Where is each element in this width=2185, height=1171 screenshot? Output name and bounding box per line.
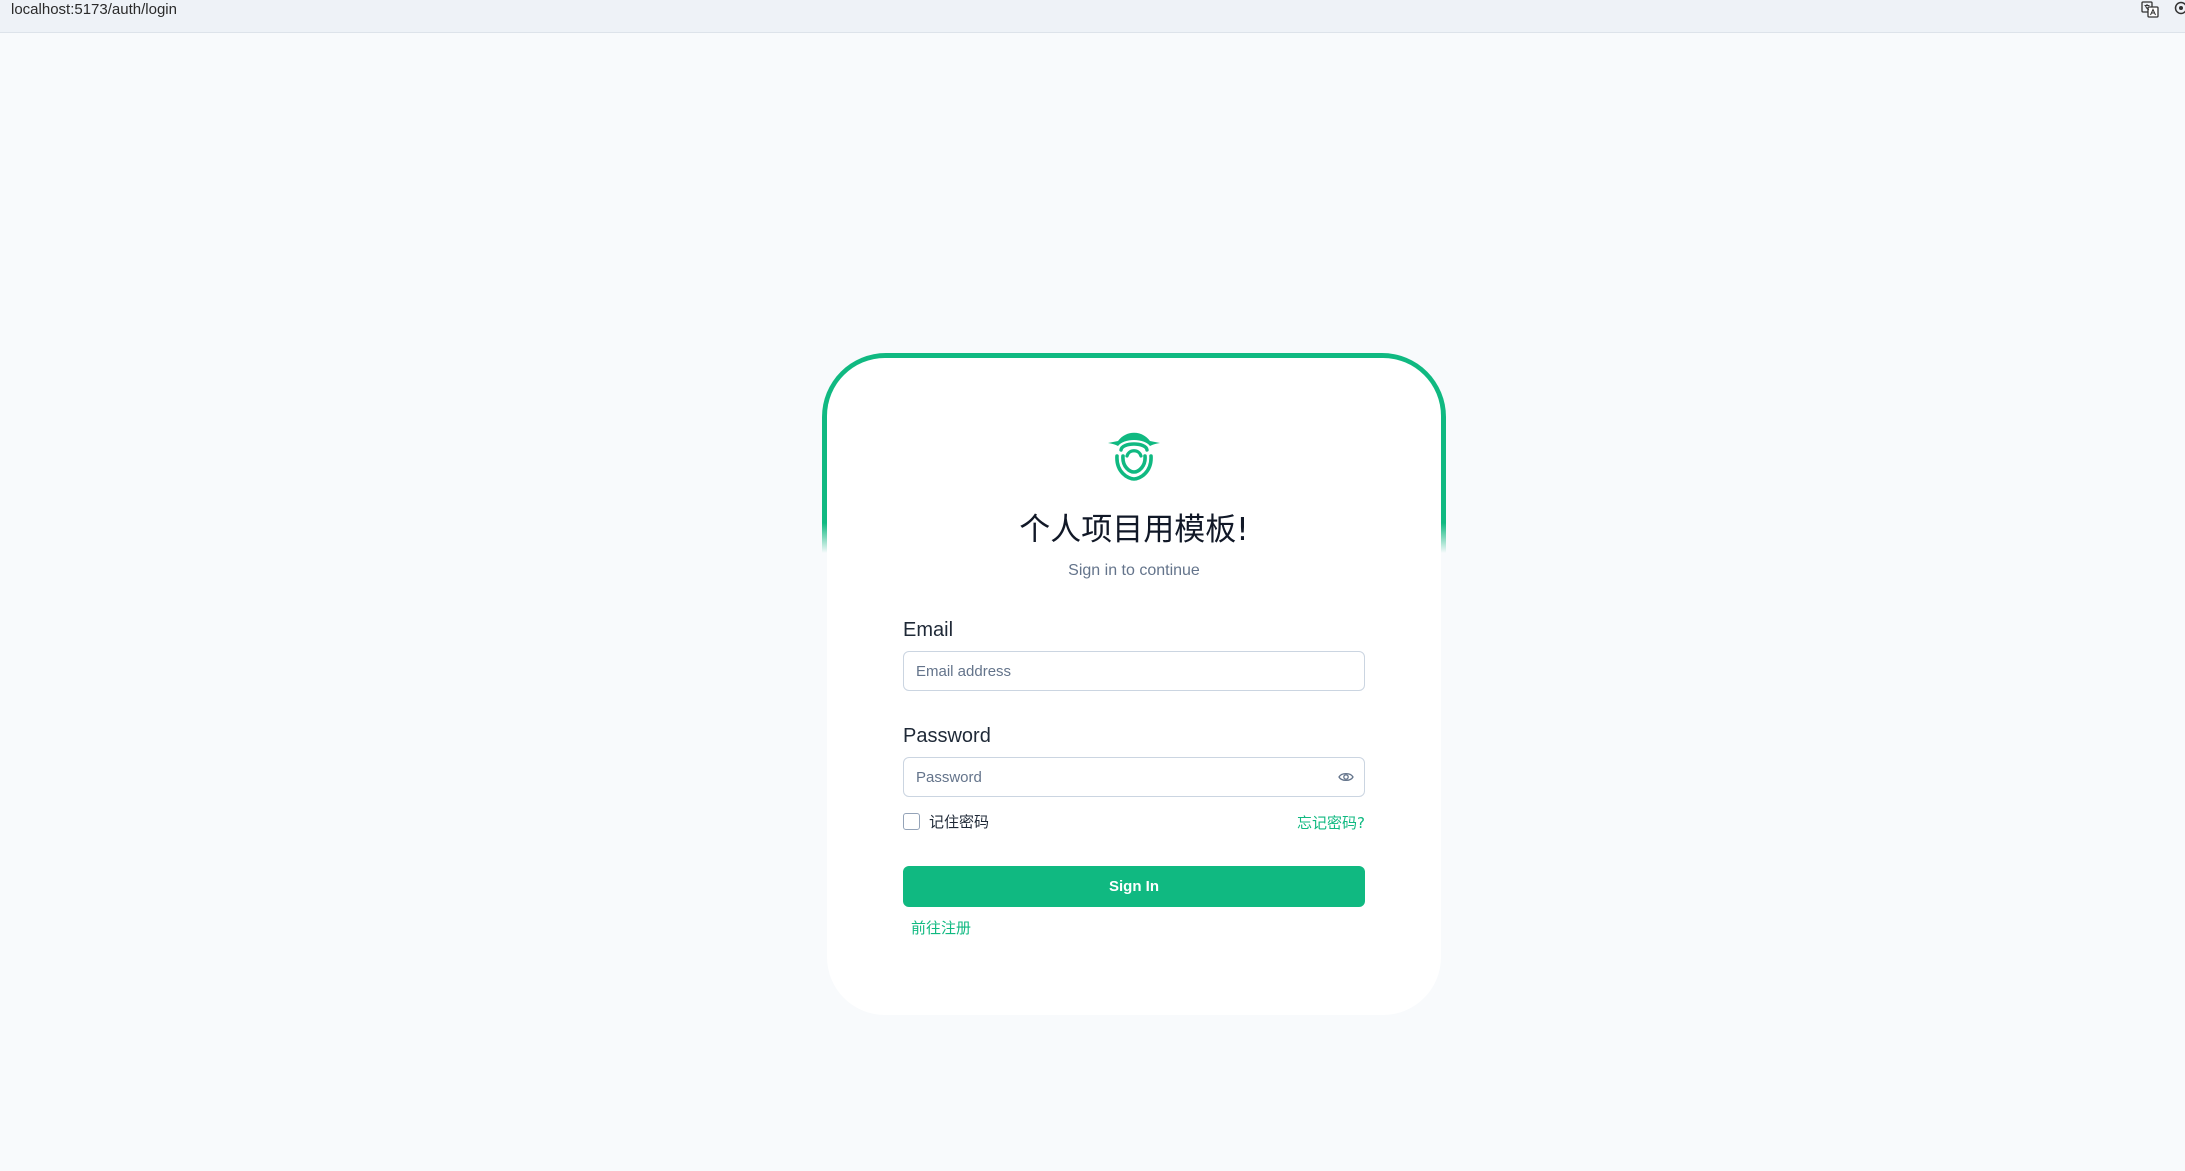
- login-card-border: 个人项目用模板! Sign in to continue Email Passw…: [822, 353, 1446, 1015]
- page-subtitle: Sign in to continue: [1068, 562, 1200, 579]
- register-link[interactable]: 前往注册: [911, 917, 971, 938]
- remember-label: 记住密码: [929, 812, 990, 831]
- browser-address-bar: localhost:5173/auth/login: [0, 0, 2185, 33]
- sign-in-button[interactable]: Sign In: [903, 866, 1365, 907]
- edge-icon[interactable]: [2174, 1, 2185, 15]
- login-card: 个人项目用模板! Sign in to continue Email Passw…: [827, 358, 1441, 1015]
- smile-logo-icon: [1108, 432, 1160, 481]
- password-label: Password: [903, 725, 991, 747]
- eye-icon[interactable]: [1338, 770, 1354, 784]
- email-label: Email: [903, 619, 954, 641]
- forgot-password-link[interactable]: 忘记密码?: [1297, 812, 1365, 833]
- page-title: 个人项目用模板!: [1019, 512, 1249, 548]
- remember-password[interactable]: 记住密码: [903, 811, 989, 831]
- email-field[interactable]: [916, 652, 1316, 690]
- email-field-box[interactable]: [903, 651, 1365, 691]
- remember-checkbox[interactable]: [903, 812, 920, 830]
- translate-icon[interactable]: [2141, 1, 2159, 18]
- url-text[interactable]: localhost:5173/auth/login: [11, 0, 177, 20]
- password-field[interactable]: [916, 758, 1316, 796]
- password-field-box[interactable]: [903, 757, 1365, 797]
